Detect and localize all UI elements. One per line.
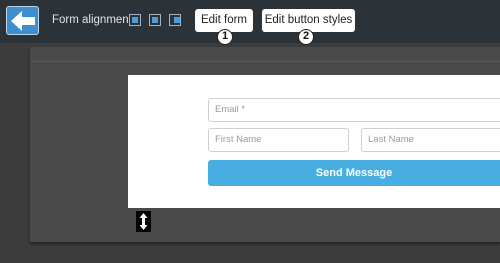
form-alignment-label: Form alignment — [52, 14, 132, 26]
step-badge-1: 1 — [217, 29, 233, 45]
align-right-icon — [174, 17, 180, 23]
first-name-field[interactable]: First Name — [208, 128, 349, 152]
panel-divider — [30, 61, 500, 62]
align-left-icon — [132, 17, 138, 23]
back-button[interactable] — [6, 6, 39, 35]
align-left-option[interactable] — [129, 14, 141, 26]
step-badge-2: 2 — [298, 29, 314, 45]
arrow-left-icon — [11, 11, 35, 31]
align-right-option[interactable] — [169, 14, 181, 26]
vertical-resize-icon — [139, 213, 148, 230]
email-field[interactable]: Email * — [208, 98, 500, 122]
align-center-icon — [152, 17, 158, 23]
last-name-field[interactable]: Last Name — [361, 128, 500, 152]
resize-handle[interactable] — [136, 211, 151, 232]
send-message-button[interactable]: Send Message — [208, 160, 500, 186]
top-toolbar: Form alignment Edit form Edit button sty… — [0, 0, 500, 43]
align-center-option[interactable] — [149, 14, 161, 26]
